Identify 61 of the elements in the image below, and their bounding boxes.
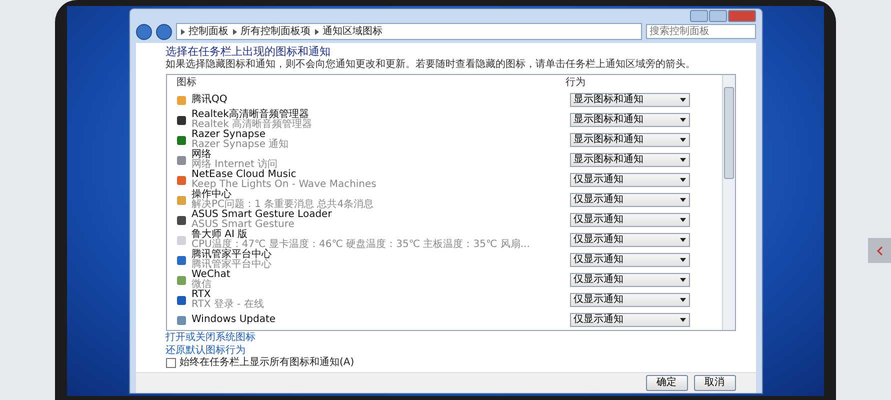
- app-status: Keep The Lights On - Wave Machines: [192, 180, 378, 190]
- behavior-dropdown[interactable]: 仅显示通知: [570, 213, 690, 228]
- caret-icon: [680, 278, 686, 282]
- app-status: ASUS Smart Gesture: [192, 220, 296, 230]
- back-button[interactable]: [136, 24, 152, 40]
- app-name: RTX: [192, 290, 212, 300]
- app-name: Windows Update: [192, 315, 277, 326]
- app-status: 腾讯管家平台中心: [192, 260, 272, 270]
- caret-icon: [680, 258, 686, 262]
- search-field[interactable]: 搜索控制面板: [646, 24, 756, 39]
- column-header: 图标: [176, 78, 198, 88]
- caret-icon: [680, 98, 686, 102]
- chevron-icon: [232, 28, 236, 34]
- caret-icon: [680, 218, 686, 222]
- app-name: NetEase Cloud Music: [192, 170, 298, 180]
- description-text: 如果选择隐藏图标和通知，则不会向您通知更改和更新。若要随时查看隐藏的图标，请单击任务栏上通知区域旁的箭头。: [166, 59, 696, 72]
- app-status: 解决PC问题：1 条重要消息 总共4条消息: [192, 200, 375, 210]
- caret-icon: [680, 158, 686, 162]
- caret-icon: [680, 298, 686, 302]
- caret-icon: [680, 238, 686, 242]
- app-status: Realtek 高清晰音频管理器: [192, 120, 314, 130]
- app-name: Razer Synapse: [192, 130, 266, 140]
- app-status: Razer Synapse 通知: [192, 140, 290, 150]
- behavior-dropdown[interactable]: 仅显示通知: [570, 253, 690, 268]
- behavior-dropdown[interactable]: 显示图标和通知: [570, 133, 690, 148]
- behavior-dropdown[interactable]: 仅显示通知: [570, 233, 690, 248]
- behavior-dropdown[interactable]: 显示图标和通知: [570, 113, 690, 128]
- behavior-dropdown[interactable]: 仅显示通知: [570, 193, 690, 208]
- checkbox-label: 始终在任务栏上显示所有图标和通知(A): [180, 357, 354, 370]
- column-header: 行为: [566, 78, 586, 88]
- chevron-icon: [314, 28, 318, 34]
- app-name: 腾讯QQ: [192, 95, 228, 106]
- behavior-dropdown[interactable]: 仅显示通知: [570, 173, 690, 188]
- app-name: WeChat: [192, 270, 232, 280]
- caret-icon: [680, 198, 686, 202]
- checkbox[interactable]: [166, 358, 176, 368]
- app-name: 网络: [192, 150, 212, 160]
- app-status: 微信: [192, 280, 212, 290]
- caret-icon: [680, 118, 686, 122]
- app-status: RTX 登录 - 在线: [192, 300, 265, 310]
- app-name: ASUS Smart Gesture Loader: [192, 210, 333, 220]
- address-bar[interactable]: 控制面板 所有控制面板项 通知区域图标: [176, 23, 642, 40]
- behavior-dropdown[interactable]: 仅显示通知: [570, 273, 690, 288]
- caret-icon: [680, 178, 686, 182]
- scrollbar[interactable]: [722, 75, 734, 330]
- link[interactable]: 还原默认图标行为: [166, 344, 246, 356]
- dialog-button[interactable]: 确定: [646, 375, 688, 392]
- side-button[interactable]: [868, 238, 891, 263]
- caret-icon: [680, 138, 686, 142]
- close-button[interactable]: [728, 10, 756, 22]
- behavior-dropdown[interactable]: 显示图标和通知: [570, 153, 690, 168]
- page-heading: 选择在任务栏上出现的图标和通知: [166, 45, 332, 58]
- link[interactable]: 打开或关闭系统图标: [166, 332, 256, 344]
- chevron-icon: [180, 28, 184, 34]
- behavior-dropdown[interactable]: 仅显示通知: [570, 293, 690, 308]
- caret-icon: [680, 318, 686, 322]
- behavior-dropdown[interactable]: 显示图标和通知: [570, 93, 690, 108]
- app-status: 网络 Internet 访问: [192, 160, 278, 170]
- forward-button[interactable]: [156, 24, 172, 40]
- behavior-dropdown[interactable]: 仅显示通知: [570, 313, 690, 328]
- dialog-button[interactable]: 取消: [694, 375, 736, 392]
